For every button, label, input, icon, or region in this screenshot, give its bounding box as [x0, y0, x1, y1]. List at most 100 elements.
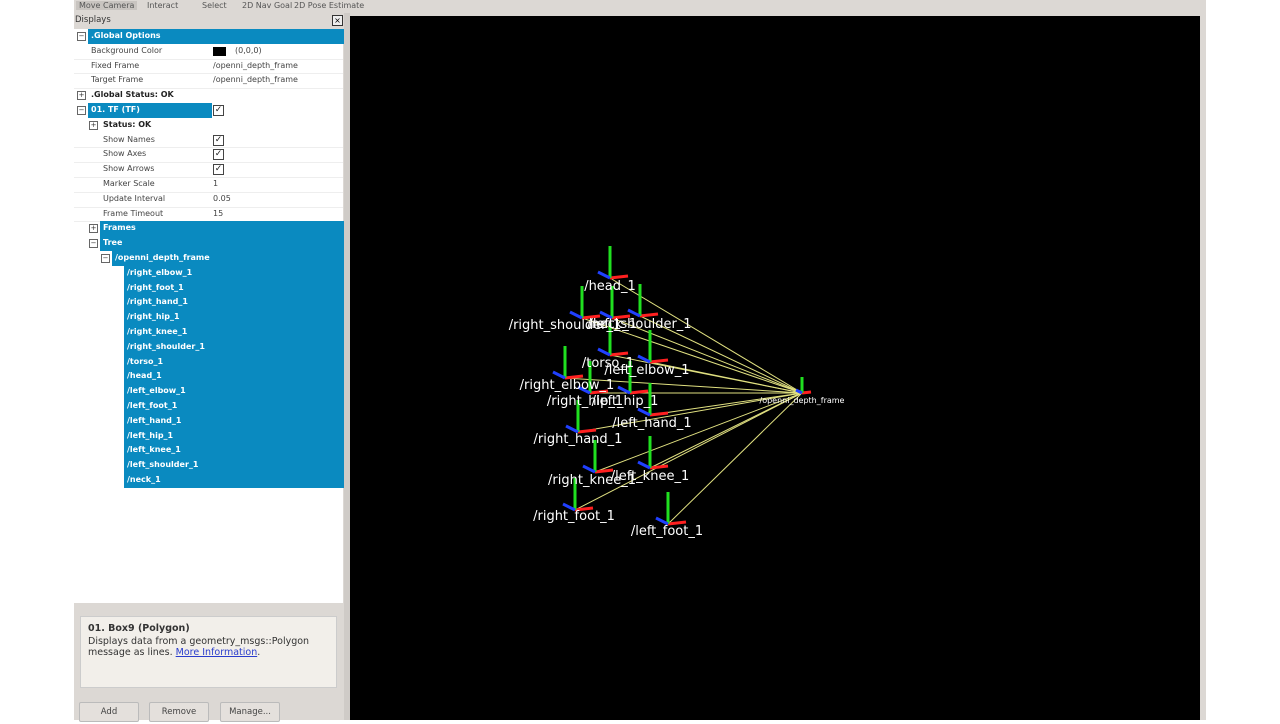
tree-frame-item[interactable]: /right_elbow_1	[124, 265, 346, 281]
tree-frame-item[interactable]: /left_shoulder_1	[124, 458, 346, 473]
frame-label: /left_shoulder_1	[588, 317, 691, 332]
tree-frame-row: /left_knee_1	[74, 443, 346, 459]
background-color-value[interactable]: (0,0,0)	[235, 44, 262, 59]
tf-status[interactable]: Status: OK	[103, 118, 151, 133]
manage-button[interactable]: Manage...	[220, 702, 280, 722]
right-margin	[1206, 0, 1280, 720]
interact-tool[interactable]: Interact	[147, 1, 178, 10]
collapse-icon[interactable]: −	[89, 239, 98, 249]
tree-frame-row: /left_foot_1	[74, 399, 346, 414]
tree-frame-row: /right_hand_1	[74, 295, 346, 311]
move-camera-tool[interactable]: Move Camera	[76, 1, 138, 10]
z-axis	[597, 270, 611, 280]
show-axes-checkbox[interactable]: ✓	[213, 149, 224, 161]
tree-frame-row: /right_knee_1	[74, 325, 346, 340]
tree-frame-item[interactable]: /left_foot_1	[124, 399, 346, 414]
target-frame-value[interactable]: /openni_depth_frame	[213, 73, 298, 88]
global-status[interactable]: .Global Status: OK	[91, 88, 174, 103]
show-names-checkbox[interactable]: ✓	[213, 134, 224, 146]
nav-goal-tool[interactable]: 2D Nav Goal	[242, 1, 292, 10]
expand-icon[interactable]: +	[77, 91, 86, 101]
update-interval-value[interactable]: 0.05	[213, 192, 231, 207]
show-names-label: Show Names	[103, 134, 155, 144]
tree-frame-row: /right_elbow_1	[74, 265, 346, 281]
close-icon[interactable]: ×	[332, 15, 343, 26]
tf-enabled-checkbox[interactable]: ✓	[213, 105, 224, 116]
x-axis	[609, 274, 629, 280]
info-title: 01. Box9 (Polygon)	[88, 623, 190, 634]
collapse-icon[interactable]: −	[77, 106, 86, 115]
frame-label: /left_hip_1	[592, 394, 659, 409]
tree-frame-item[interactable]: /right_hand_1	[124, 295, 346, 311]
tree-frame-item[interactable]: /right_hip_1	[124, 310, 346, 325]
pose-estimate-tool[interactable]: 2D Pose Estimate	[294, 1, 364, 10]
frame-label: /head_1	[584, 279, 636, 294]
global-options-item[interactable]: .Global Options	[88, 29, 346, 44]
3d-viewport[interactable]: /head_1/neck_1/right_shoulder_1/left_sho…	[350, 16, 1200, 720]
info-suffix: .	[257, 647, 261, 658]
x-axis	[609, 351, 629, 357]
collapse-icon[interactable]: −	[101, 254, 110, 263]
tree-frame-item[interactable]: /right_shoulder_1	[124, 339, 346, 355]
fixed-frame-label: Fixed Frame	[91, 60, 140, 70]
tree-frame-item[interactable]: /right_foot_1	[124, 280, 346, 296]
tree-frame-row: /head_1	[74, 369, 346, 385]
tree-frame-item[interactable]: /left_elbow_1	[124, 384, 346, 399]
marker-scale-label: Marker Scale	[103, 179, 155, 188]
tree-frame-row: /left_hand_1	[74, 413, 346, 429]
x-axis	[629, 389, 649, 395]
tree-frame-item[interactable]: /left_knee_1	[124, 443, 346, 459]
add-button[interactable]: Add	[79, 702, 139, 722]
target-frame-label: Target Frame	[91, 75, 144, 85]
displays-title: Displays	[75, 15, 111, 25]
frame-timeout-label: Frame Timeout	[103, 208, 164, 218]
frame-label: /left_knee_1	[611, 469, 689, 484]
color-swatch[interactable]	[213, 46, 226, 56]
frame-label: /left_foot_1	[631, 524, 703, 539]
tree-frame-row: /right_hip_1	[74, 310, 346, 325]
tool-bar: Move Camera Interact Select 2D Nav Goal …	[74, 0, 474, 13]
z-axis	[637, 407, 651, 417]
tree-frame-row: /left_elbow_1	[74, 384, 346, 399]
expand-icon[interactable]: +	[89, 224, 98, 234]
frames-item[interactable]: Frames	[100, 221, 346, 237]
marker-scale-value[interactable]: 1	[213, 177, 218, 192]
expand-icon[interactable]: +	[89, 120, 98, 130]
root-frame-label: /openni_depth_frame	[760, 396, 845, 405]
tree-frame-row: /neck_1	[74, 473, 346, 488]
x-axis	[649, 411, 669, 417]
frame-label: /left_elbow_1	[604, 363, 689, 378]
tree-frame-row: /left_shoulder_1	[74, 458, 346, 473]
tf-scene: /head_1/neck_1/right_shoulder_1/left_sho…	[509, 246, 845, 539]
tree-frame-item[interactable]: /left_hand_1	[124, 413, 346, 429]
show-arrows-label: Show Arrows	[103, 164, 155, 174]
root-frame-item[interactable]: /openni_depth_frame	[112, 251, 346, 266]
tree-item[interactable]: Tree	[100, 236, 346, 251]
tf-display-item[interactable]: 01. TF (TF)	[88, 103, 212, 118]
frame-label: /right_hand_1	[534, 432, 623, 447]
tree-frame-item[interactable]: /right_knee_1	[124, 325, 346, 340]
frame-timeout-value[interactable]: 15	[213, 207, 223, 222]
background-color-label: Background Color	[91, 45, 163, 55]
z-axis	[617, 385, 631, 395]
show-axes-label: Show Axes	[103, 149, 147, 159]
select-tool[interactable]: Select	[202, 1, 227, 10]
display-info-panel: 01. Box9 (Polygon) Displays data from a …	[80, 616, 337, 688]
frame-label: /right_elbow_1	[520, 378, 615, 393]
fixed-frame-value[interactable]: /openni_depth_frame	[213, 59, 298, 74]
tree-frame-item[interactable]: /left_hip_1	[124, 428, 346, 444]
remove-button[interactable]: Remove	[149, 702, 209, 722]
frame-label: /right_foot_1	[533, 509, 615, 524]
show-arrows-checkbox[interactable]: ✓	[213, 164, 224, 176]
more-information-link[interactable]: More Information	[176, 647, 258, 658]
tree-frame-item[interactable]: /neck_1	[124, 473, 346, 488]
x-axis	[649, 464, 669, 470]
collapse-icon[interactable]: −	[77, 32, 86, 41]
tree-frame-item[interactable]: /head_1	[124, 369, 346, 385]
frame-label: /left_hand_1	[612, 416, 691, 431]
update-interval-label: Update Interval	[103, 193, 166, 203]
x-axis	[639, 312, 659, 318]
displays-tree: − .Global Options Background Color (0,0,0)…	[74, 29, 346, 603]
tree-frame-item[interactable]: /torso_1	[124, 354, 346, 370]
z-axis	[582, 464, 596, 474]
